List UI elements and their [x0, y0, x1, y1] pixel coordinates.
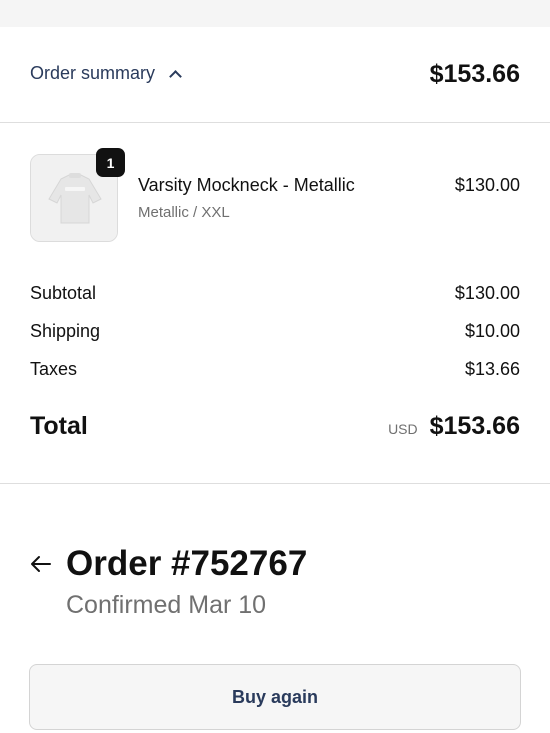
- taxes-row: Taxes $13.66: [30, 359, 520, 380]
- product-price: $130.00: [454, 175, 520, 195]
- taxes-value: $13.66: [464, 359, 520, 379]
- order-summary-toggle[interactable]: Order summary $153.66: [0, 27, 550, 123]
- shipping-label: Shipping: [30, 321, 101, 341]
- chevron-up-icon: [169, 69, 182, 83]
- arrow-left-icon[interactable]: [29, 552, 53, 576]
- total-row: Total USD $153.66: [30, 412, 520, 441]
- product-name: Varsity Mockneck - Metallic: [138, 175, 355, 195]
- summary-total-price: $153.66: [429, 60, 520, 88]
- order-summary-panel: 1 Varsity Mockneck - Metallic Metallic /…: [0, 124, 550, 483]
- top-background-strip: [0, 0, 550, 27]
- order-title: Order #752767: [66, 544, 308, 583]
- total-label: Total: [30, 412, 88, 440]
- subtotal-row: Subtotal $130.00: [30, 283, 520, 304]
- subtotal-value: $130.00: [454, 283, 520, 303]
- order-status: Confirmed Mar 10: [66, 591, 267, 619]
- product-variant: Metallic / XXL: [138, 204, 230, 221]
- subtotal-label: Subtotal: [30, 283, 97, 303]
- order-summary-label: Order summary: [30, 63, 156, 83]
- taxes-label: Taxes: [30, 359, 78, 379]
- total-amount-group: USD $153.66: [388, 412, 520, 441]
- buy-again-button[interactable]: Buy again: [29, 664, 521, 730]
- shipping-row: Shipping $10.00: [30, 321, 520, 342]
- quantity-badge: 1: [96, 148, 125, 177]
- currency-code: USD: [388, 421, 418, 437]
- section-divider: [0, 483, 550, 484]
- total-value: $153.66: [429, 412, 520, 440]
- shipping-value: $10.00: [464, 321, 520, 341]
- order-summary-button[interactable]: Order summary: [30, 63, 182, 84]
